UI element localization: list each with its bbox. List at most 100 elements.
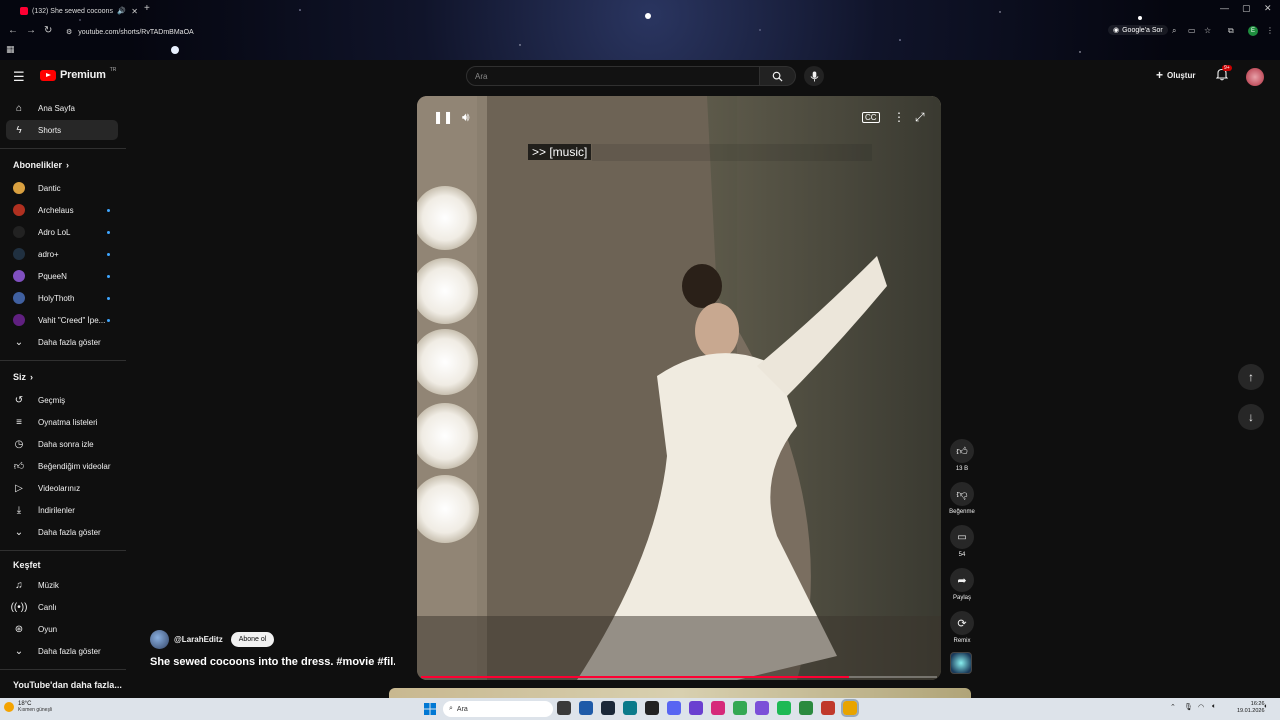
sidebar-item-your-videos[interactable]: ▷ Videolarınız: [6, 478, 118, 498]
create-button[interactable]: + Oluştur: [1156, 68, 1195, 82]
browser-menu-icon[interactable]: ⋮: [1266, 26, 1274, 35]
microphone-tray-icon[interactable]: 🎙︎: [1184, 703, 1193, 711]
subscriptions-header[interactable]: Abonelikler ›: [13, 160, 69, 170]
account-avatar[interactable]: [1246, 68, 1264, 86]
show-more-you[interactable]: ⌄ Daha fazla göster: [6, 522, 118, 542]
minimize-icon[interactable]: —: [1220, 3, 1229, 13]
sidebar-channel[interactable]: HolyThoth: [6, 288, 118, 308]
speaker-tray-icon[interactable]: 🔈︎: [1212, 703, 1216, 711]
site-info-icon[interactable]: ⚙: [66, 28, 72, 36]
channel-handle[interactable]: @LarahEditz: [174, 635, 223, 644]
dislike-button[interactable]: 👎︎ Beğenme: [947, 482, 977, 515]
sidebar-item-liked-videos[interactable]: 👍︎ Beğendiğim videolar: [6, 456, 118, 476]
video-progress-bar[interactable]: [421, 676, 937, 678]
sidebar-item-home[interactable]: ⌂ Ana Sayfa: [6, 98, 118, 118]
voice-search-button[interactable]: [804, 66, 824, 86]
spotify-icon[interactable]: [777, 701, 791, 715]
channel-avatar: [13, 226, 25, 238]
task-view-icon[interactable]: [557, 701, 571, 715]
sidebar-channel[interactable]: Adro LoL: [6, 222, 118, 242]
shorts-video-player[interactable]: ❚❚ 🔊︎ CC ⋮ ⤢ >> [music]: [417, 96, 941, 680]
taskbar-search[interactable]: ⌕ Ara: [443, 701, 553, 717]
windows-start-icon[interactable]: [424, 703, 436, 715]
wifi-icon[interactable]: ◠: [1198, 703, 1204, 711]
browser-profile-avatar[interactable]: E: [1248, 26, 1258, 36]
more-options-icon[interactable]: ⋮: [893, 110, 905, 124]
sidebar-item-music[interactable]: ♫ Müzik: [6, 575, 118, 595]
subscribe-button[interactable]: Abone ol: [230, 632, 275, 647]
pause-icon[interactable]: ❚❚: [433, 110, 453, 124]
cast-icon[interactable]: ▭: [1188, 26, 1196, 35]
notification-badge: 9+: [1222, 65, 1232, 71]
sidebar-channel[interactable]: adro+: [6, 244, 118, 264]
url-input[interactable]: ⚙ youtube.com/shorts/RvTADmBMaOA: [60, 24, 1110, 40]
bookmark-star-icon[interactable]: ☆: [1204, 26, 1211, 35]
notifications-button[interactable]: 9+: [1215, 65, 1232, 86]
tray-chevron-icon[interactable]: ⌃: [1170, 703, 1176, 711]
maximize-icon[interactable]: ▢: [1242, 3, 1251, 14]
new-tab-icon[interactable]: +: [144, 3, 150, 14]
tab-active[interactable]: (132) She sewed cocoons 🔊 ✕: [20, 3, 138, 19]
fullscreen-icon[interactable]: ⤢: [915, 110, 925, 125]
teams-icon[interactable]: [689, 701, 703, 715]
audio-icon[interactable]: 🔊: [117, 7, 126, 15]
discord-icon[interactable]: [667, 701, 681, 715]
file-explorer-icon[interactable]: [579, 701, 593, 715]
back-icon[interactable]: ←: [8, 25, 18, 36]
search-button[interactable]: [760, 66, 796, 86]
channel-avatar[interactable]: [150, 630, 169, 649]
search-input[interactable]: Ara: [466, 66, 760, 86]
messenger-icon[interactable]: [755, 701, 769, 715]
youtube-logo[interactable]: Premium TR: [40, 67, 116, 81]
captions-icon[interactable]: CC: [862, 112, 880, 123]
app-red-icon[interactable]: [821, 701, 835, 715]
extensions-icon[interactable]: ⧉: [1228, 26, 1234, 36]
notification-center-icon[interactable]: ◐: [1264, 703, 1268, 710]
chrome-profile-icon[interactable]: [799, 701, 813, 715]
zoom-icon[interactable]: ⌕: [1172, 26, 1176, 36]
sidebar-item-live[interactable]: ((•)) Canlı: [6, 597, 118, 617]
sidebar-channel[interactable]: Archelaus: [6, 200, 118, 220]
forward-icon[interactable]: →: [26, 25, 36, 36]
show-more-explore[interactable]: ⌄ Daha fazla göster: [6, 641, 118, 661]
share-button[interactable]: ➦ Paylaş: [947, 568, 977, 601]
address-bar: ← → ↻ ⚙ youtube.com/shorts/RvTADmBMaOA ◉…: [0, 22, 1280, 42]
apps-grid-icon[interactable]: ▦: [6, 44, 15, 55]
sidebar-item-watch-later[interactable]: ◷ Daha sonra izle: [6, 434, 118, 454]
sound-thumbnail[interactable]: [950, 652, 972, 674]
video-title[interactable]: She sewed cocoons into the dress. #movie…: [150, 656, 395, 668]
comments-button[interactable]: ▭ 54: [947, 525, 977, 558]
section-title: Keşfet: [13, 560, 41, 570]
close-window-icon[interactable]: ✕: [1264, 3, 1272, 14]
volume-icon[interactable]: 🔊︎: [462, 110, 470, 125]
edge-icon[interactable]: [623, 701, 637, 715]
steam-icon[interactable]: [601, 701, 615, 715]
previous-short-button[interactable]: ↑: [1238, 364, 1264, 390]
sidebar-item-downloads[interactable]: ⤓ İndirilenler: [6, 500, 118, 520]
next-short-button[interactable]: ↓: [1238, 404, 1264, 430]
sidebar-item-gaming[interactable]: ⊛ Oyun: [6, 619, 118, 639]
next-short-preview[interactable]: [389, 688, 971, 698]
sidebar-channel[interactable]: PqueeN: [6, 266, 118, 286]
tab-close-icon[interactable]: ✕: [131, 7, 138, 16]
sidebar-channel-label: HolyThoth: [38, 293, 75, 303]
like-button[interactable]: 👍︎ 13 B: [947, 439, 977, 472]
music-note-icon: ♫: [15, 579, 23, 591]
menu-icon[interactable]: ☰: [13, 69, 25, 85]
you-header[interactable]: Siz ›: [13, 372, 33, 382]
sidebar-item-playlists[interactable]: ≡ Oynatma listeleri: [6, 412, 118, 432]
system-clock[interactable]: 16:26 19.01.2026: [1237, 701, 1265, 715]
sidebar-item-shorts[interactable]: ϟ Shorts: [6, 120, 118, 140]
remix-button[interactable]: ⟳ Remix: [947, 611, 977, 644]
sidebar-item-history[interactable]: ↺ Geçmiş: [6, 390, 118, 410]
chrome-icon[interactable]: [733, 701, 747, 715]
reload-icon[interactable]: ↻: [44, 25, 52, 36]
terminal-icon[interactable]: [645, 701, 659, 715]
ask-google-button[interactable]: ◉ Google'a Sor: [1108, 25, 1168, 35]
sidebar-channel[interactable]: Vahit "Creed" İpe...: [6, 310, 118, 330]
instagram-icon[interactable]: [711, 701, 725, 715]
sidebar-channel[interactable]: Dantic: [6, 178, 118, 198]
app-active-icon[interactable]: [841, 699, 859, 717]
weather-widget[interactable]: 18°C Kısmen güneşli: [4, 701, 52, 713]
show-more-subscriptions[interactable]: ⌄ Daha fazla göster: [6, 332, 118, 352]
